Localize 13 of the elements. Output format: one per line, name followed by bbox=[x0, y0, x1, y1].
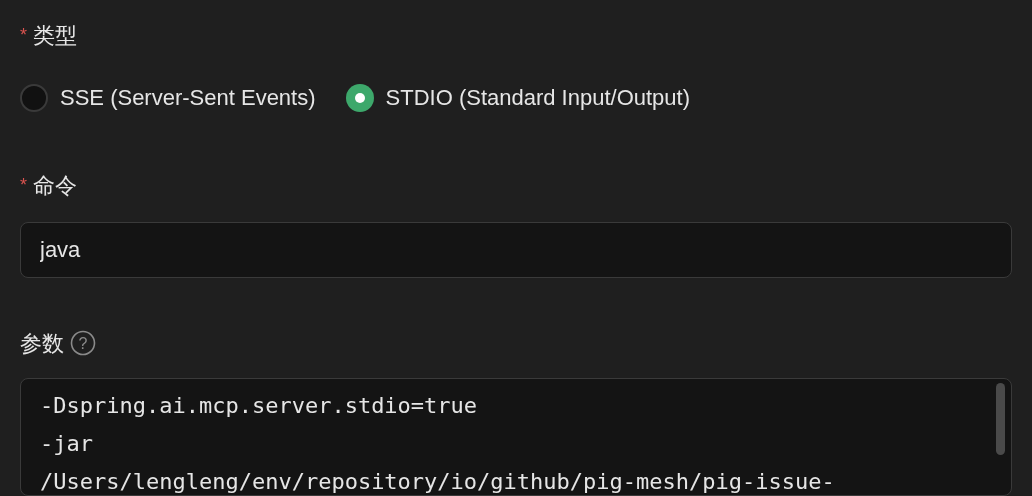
radio-option[interactable]: SSE (Server-Sent Events) bbox=[20, 81, 316, 114]
field-label: 命令 bbox=[33, 171, 77, 200]
radio-button[interactable] bbox=[345, 83, 374, 112]
radio-button[interactable] bbox=[20, 83, 48, 112]
scrollbar-thumb[interactable] bbox=[996, 383, 1005, 455]
field-label: 类型 bbox=[33, 21, 77, 50]
required-asterisk: * bbox=[20, 173, 27, 197]
radio-option[interactable]: STDIO (Standard Input/Output) bbox=[345, 81, 691, 114]
arguments-textarea[interactable]: -Dspring.ai.mcp.server.stdio=true -jar /Users/lengleng/env/repository/io/github/pig-mesh/pig-issue- bbox=[20, 378, 1012, 496]
command-input[interactable]: java bbox=[20, 222, 1012, 278]
help-icon[interactable]: ? bbox=[70, 330, 96, 356]
field-label: 参数 bbox=[20, 329, 64, 358]
required-asterisk: * bbox=[20, 23, 27, 47]
